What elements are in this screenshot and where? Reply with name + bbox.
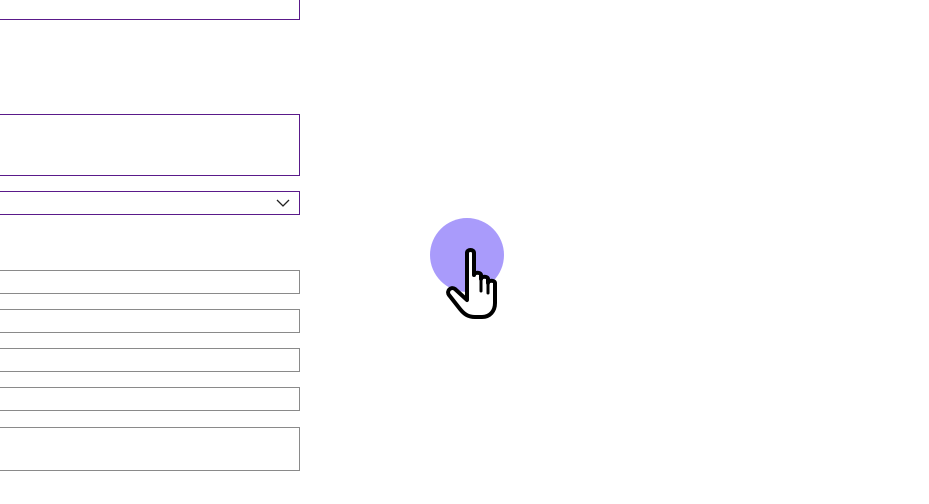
chevron-down-icon <box>276 199 290 207</box>
top-input-field[interactable] <box>0 0 300 20</box>
bottom-textarea-field[interactable] <box>0 427 300 471</box>
text-input-4[interactable] <box>0 387 300 411</box>
hand-pointer-icon <box>430 218 504 319</box>
text-input-1[interactable] <box>0 270 300 294</box>
textarea-field[interactable] <box>0 114 300 176</box>
form-page <box>0 0 929 504</box>
text-input-3[interactable] <box>0 348 300 372</box>
dropdown-select[interactable] <box>0 191 300 215</box>
text-input-2[interactable] <box>0 309 300 333</box>
